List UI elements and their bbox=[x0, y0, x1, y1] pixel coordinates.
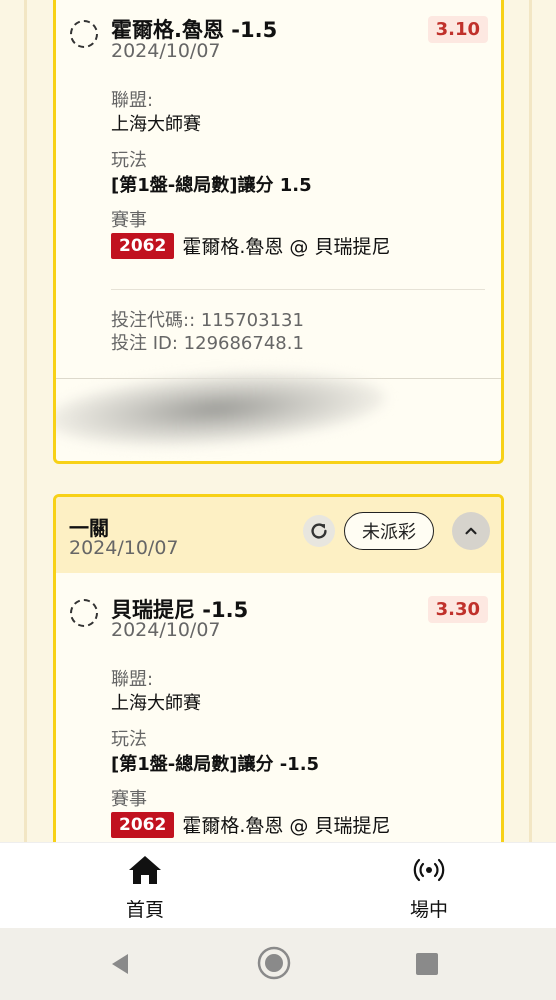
match-name: 霍爾格.魯恩 @ 貝瑞提尼 bbox=[182, 815, 391, 837]
match-id-badge: 2062 bbox=[111, 232, 175, 259]
nav-label-home: 首頁 bbox=[125, 899, 164, 921]
event-label: 賽事 bbox=[111, 789, 147, 810]
bet-card: 霍爾格.魯恩 -1.5 2024/10/07 3.10 聯盟: 上海大師賽 玩法… bbox=[53, 0, 504, 464]
play-value: [第1盤-總局數]讓分 1.5 bbox=[111, 175, 312, 196]
selection-date: 2024/10/07 bbox=[111, 40, 221, 62]
play-label: 玩法 bbox=[111, 729, 147, 750]
collapse-button[interactable] bbox=[452, 512, 490, 550]
nav-item-home[interactable]: 首頁 bbox=[85, 853, 205, 922]
odds-badge: 3.30 bbox=[427, 596, 488, 623]
odds-badge: 3.10 bbox=[427, 16, 488, 43]
bet-card: 一關 2024/10/07 未派彩 貝瑞提尼 -1.5 2024/10/07 3… bbox=[53, 494, 504, 842]
system-nav-bar bbox=[0, 928, 556, 1000]
refresh-button[interactable] bbox=[303, 515, 335, 547]
divider bbox=[111, 289, 485, 290]
left-rail bbox=[24, 0, 27, 842]
match-row: 2062 霍爾格.魯恩 @ 貝瑞提尼 bbox=[111, 811, 390, 838]
play-label: 玩法 bbox=[111, 150, 147, 171]
chevron-up-icon bbox=[465, 527, 477, 535]
event-label: 賽事 bbox=[111, 210, 147, 231]
selection-radio[interactable] bbox=[70, 599, 98, 627]
selection-date: 2024/10/07 bbox=[111, 619, 221, 641]
nav-item-live[interactable]: 場中 bbox=[369, 853, 489, 922]
status-badge: 未派彩 bbox=[344, 512, 434, 550]
home-icon bbox=[129, 856, 161, 884]
live-broadcast-icon bbox=[413, 858, 445, 882]
match-id-badge: 2062 bbox=[111, 811, 175, 838]
league-label: 聯盟: bbox=[111, 669, 154, 690]
refresh-icon bbox=[311, 523, 327, 539]
match-name: 霍爾格.魯恩 @ 貝瑞提尼 bbox=[182, 236, 391, 258]
recents-icon[interactable] bbox=[414, 951, 440, 977]
card-header[interactable]: 一關 2024/10/07 未派彩 bbox=[56, 497, 501, 573]
bet-history-list: 霍爾格.魯恩 -1.5 2024/10/07 3.10 聯盟: 上海大師賽 玩法… bbox=[0, 0, 556, 842]
redacted-area bbox=[56, 362, 389, 456]
home-circle-icon[interactable] bbox=[256, 945, 292, 981]
bet-id: 投注 ID: 129686748.1 bbox=[111, 333, 304, 354]
league-label: 聯盟: bbox=[111, 90, 154, 111]
league-value: 上海大師賽 bbox=[111, 114, 201, 135]
league-value: 上海大師賽 bbox=[111, 693, 201, 714]
play-value: [第1盤-總局數]讓分 -1.5 bbox=[111, 754, 320, 775]
back-icon[interactable] bbox=[106, 950, 134, 978]
bottom-nav: 首頁 場中 bbox=[0, 842, 556, 928]
selection-radio[interactable] bbox=[70, 20, 98, 48]
nav-label-live: 場中 bbox=[409, 899, 448, 921]
bet-date: 2024/10/07 bbox=[69, 537, 179, 559]
right-rail bbox=[529, 0, 532, 842]
match-row: 2062 霍爾格.魯恩 @ 貝瑞提尼 bbox=[111, 232, 390, 259]
